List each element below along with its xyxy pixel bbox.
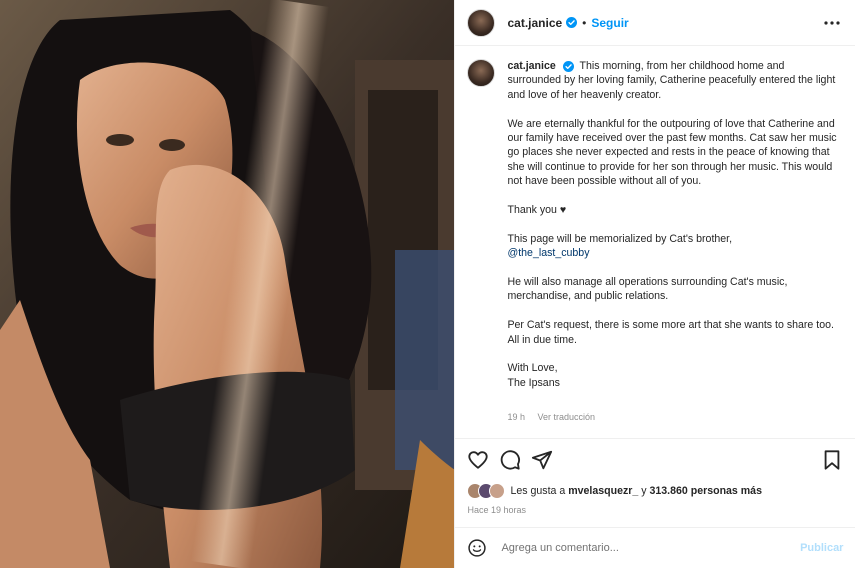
- caption-paragraph-6: Per Cat's request, there is some more ar…: [507, 319, 834, 346]
- more-icon[interactable]: [823, 14, 841, 32]
- separator-dot: •: [582, 15, 587, 30]
- translate-link[interactable]: Ver traducción: [538, 412, 596, 422]
- comment-input[interactable]: [499, 541, 794, 555]
- caption-paragraph-2: We are eternally thankful for the outpou…: [507, 117, 837, 188]
- post-header: cat.janice • Seguir: [455, 0, 855, 46]
- heart-icon[interactable]: [467, 449, 489, 471]
- divider: [455, 438, 855, 439]
- action-bar: [467, 449, 843, 473]
- caption-avatar[interactable]: [467, 59, 496, 87]
- caption-paragraph-5: He will also manage all operations surro…: [507, 276, 788, 303]
- caption-paragraph-1: cat.janice This morning, from her childh…: [507, 59, 837, 102]
- share-icon[interactable]: [531, 449, 553, 471]
- liker-username[interactable]: mvelasquezr_: [568, 485, 638, 497]
- caption-line: The Ipsans: [507, 376, 560, 389]
- caption-paragraph-3: Thank you ♥: [507, 204, 567, 217]
- mention-link[interactable]: @the_last_cubby: [507, 247, 589, 259]
- post-photo[interactable]: [0, 0, 455, 568]
- verified-icon: [562, 60, 574, 72]
- caption-username[interactable]: cat.janice: [507, 60, 555, 72]
- caption-text: cat.janice This morning, from her childh…: [507, 59, 837, 390]
- post-dialog: cat.janice • Seguir cat.janice This morn…: [0, 0, 855, 568]
- emoji-icon[interactable]: [467, 538, 487, 558]
- author-avatar[interactable]: [467, 8, 496, 37]
- verified-icon: [566, 17, 578, 28]
- likes-text: Les gusta a mvelasquezr_ y 313.860 perso…: [510, 485, 762, 497]
- caption-line: With Love,: [507, 362, 558, 375]
- bookmark-icon[interactable]: [821, 449, 843, 471]
- caption-paragraph-7: With Love, The Ipsans: [507, 361, 837, 390]
- comment-bar: Publicar: [455, 528, 855, 568]
- photo-illustration: [0, 0, 455, 568]
- caption-line: This morning, from her childhood home an…: [507, 60, 836, 101]
- publish-button[interactable]: Publicar: [800, 542, 843, 554]
- caption-age: 19 h: [507, 412, 525, 422]
- caption-meta: 19 h Ver traducción: [507, 412, 605, 422]
- post-sidebar: cat.janice • Seguir cat.janice This morn…: [454, 0, 855, 568]
- likes-prefix: Les gusta a: [510, 485, 566, 497]
- caption-line: This page will be memorialized by Cat's …: [507, 232, 733, 245]
- likes-connector: y: [641, 485, 647, 497]
- comment-icon[interactable]: [499, 449, 521, 471]
- follow-button[interactable]: Seguir: [591, 16, 628, 30]
- liker-avatar[interactable]: [489, 483, 506, 499]
- caption-paragraph-4: This page will be memorialized by Cat's …: [507, 232, 837, 261]
- post-timestamp[interactable]: Hace 19 horas: [467, 505, 526, 515]
- author-username[interactable]: cat.janice: [507, 16, 562, 30]
- likes-count[interactable]: 313.860 personas más: [649, 485, 762, 497]
- likes-summary: Les gusta a mvelasquezr_ y 313.860 perso…: [467, 483, 762, 499]
- post-caption: cat.janice This morning, from her childh…: [455, 47, 855, 437]
